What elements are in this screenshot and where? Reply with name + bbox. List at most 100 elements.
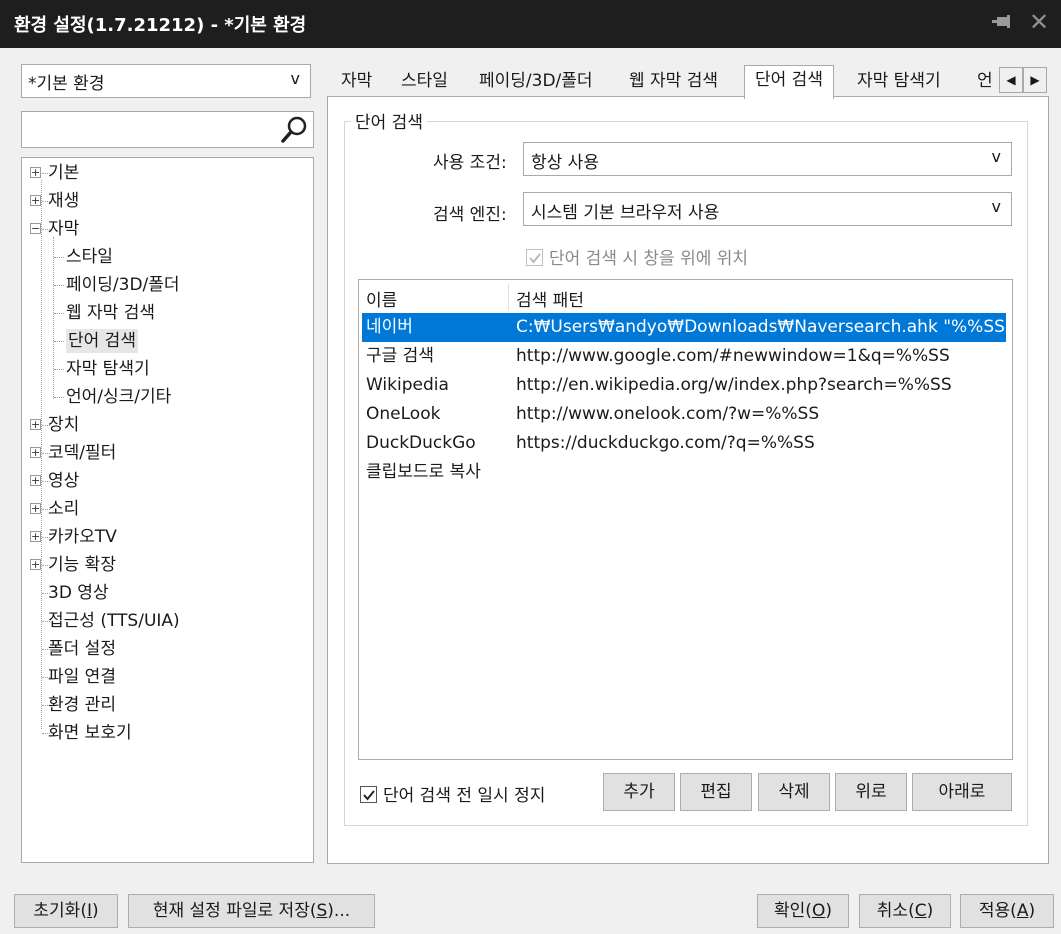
chevron-right-icon[interactable]: ▶ <box>1023 67 1047 93</box>
list-row[interactable]: 네이버 C:₩Users₩andyo₩Downloads₩Naversearch.… <box>362 313 1013 342</box>
on-top-label: 단어 검색 시 창을 위에 위치 <box>549 249 749 269</box>
row-pattern: http://www.onelook.com/?w=%%SS <box>516 404 820 424</box>
apply-shortcut: A <box>1016 901 1029 921</box>
profile-select[interactable]: *기본 환경 v <box>21 64 311 98</box>
ok-shortcut: O <box>811 901 826 921</box>
cancel-label: 취소 <box>876 901 909 921</box>
delete-button[interactable]: 삭제 <box>758 773 830 811</box>
list-row[interactable]: DuckDuckGo https://duckduckgo.com/?q=%%SS <box>362 429 1006 458</box>
checkbox-icon <box>360 786 377 803</box>
tree-item-label: 자막 <box>48 219 80 239</box>
list-header: 이름 검색 패턴 <box>359 280 1012 313</box>
edit-button[interactable]: 편집 <box>680 773 752 811</box>
tab-item[interactable]: 단어 검색 <box>744 65 834 99</box>
tree-item-label: 장치 <box>48 415 80 435</box>
row-pattern: http://www.google.com/#newwindow=1&q=%%S… <box>516 346 950 366</box>
title-bar: 환경 설정(1.7.21212) - *기본 환경 ✕ <box>0 0 1061 48</box>
ok-button[interactable]: 확인(O) <box>757 894 849 928</box>
row-pattern: C:₩Users₩andyo₩Downloads₩Naversearch.ahk… <box>516 317 1013 337</box>
tree-item-label: 3D 영상 <box>48 583 109 603</box>
chevron-down-icon: v <box>991 197 1001 216</box>
row-name: Wikipedia <box>366 375 449 395</box>
apply-label: 적용 <box>978 901 1011 921</box>
column-header-name[interactable]: 이름 <box>366 286 397 311</box>
row-pattern: http://en.wikipedia.org/w/index.php?sear… <box>516 375 952 395</box>
row-pattern: https://duckduckgo.com/?q=%%SS <box>516 433 815 453</box>
expand-icon[interactable]: + <box>30 531 41 542</box>
row-name: 구글 검색 <box>366 346 434 366</box>
tab-item[interactable]: 스타일 <box>391 67 458 97</box>
close-icon[interactable]: ✕ <box>1026 8 1052 36</box>
column-header-pattern[interactable]: 검색 패턴 <box>516 286 584 311</box>
cancel-button[interactable]: 취소(C) <box>859 894 951 928</box>
expand-icon[interactable]: + <box>30 503 41 514</box>
tree-item-label: 재생 <box>48 191 80 211</box>
list-row[interactable]: 클립보드로 복사 <box>362 458 1006 487</box>
list-row[interactable]: 구글 검색 http://www.google.com/#newwindow=1&… <box>362 342 1006 371</box>
row-name: OneLook <box>366 404 441 424</box>
group-title: 단어 검색 <box>351 108 427 133</box>
tree-item-label: 코덱/필터 <box>48 443 117 463</box>
save-file-shortcut: S <box>316 901 328 921</box>
list-row[interactable]: Wikipedia http://en.wikipedia.org/w/index… <box>362 371 1006 400</box>
reset-shortcut: I <box>86 901 92 921</box>
tree-item-label: 웹 자막 검색 <box>66 303 156 323</box>
condition-select[interactable]: 항상 사용 v <box>523 142 1012 176</box>
add-button[interactable]: 추가 <box>603 773 675 811</box>
window-title: 환경 설정(1.7.21212) - *기본 환경 <box>14 15 307 36</box>
engine-label: 검색 엔진: <box>433 205 507 225</box>
pause-label: 단어 검색 전 일시 정지 <box>383 786 546 806</box>
on-top-checkbox[interactable]: 단어 검색 시 창을 위에 위치 <box>526 244 748 269</box>
expand-icon[interactable]: + <box>30 447 41 458</box>
tree-item-label: 자막 탐색기 <box>66 359 150 379</box>
expand-icon[interactable]: + <box>30 195 41 206</box>
tree-item-label: 기능 확장 <box>48 555 116 575</box>
expand-icon[interactable]: + <box>30 419 41 430</box>
tab-strip: 자막 스타일 페이딩/3D/폴더 웹 자막 검색 단어 검색 자막 탐색기 언 ◀ ▶ <box>327 63 1049 99</box>
tree-item-label: 스타일 <box>66 247 113 267</box>
search-engine-list[interactable]: 이름 검색 패턴 네이버 C:₩Users₩andyo₩Downloads₩Nav… <box>358 279 1013 760</box>
collapse-icon[interactable]: − <box>30 223 41 234</box>
tree-item-label: 단어 검색 <box>66 329 138 353</box>
tab-item[interactable]: 웹 자막 검색 <box>619 67 728 97</box>
row-name: 네이버 <box>366 317 413 337</box>
tab-item[interactable]: 언 <box>967 67 1003 97</box>
row-name: 클립보드로 복사 <box>366 462 481 482</box>
checkbox-icon <box>526 249 543 266</box>
expand-icon[interactable]: + <box>30 475 41 486</box>
reset-label: 초기화 <box>33 901 81 921</box>
tab-item[interactable]: 자막 <box>331 67 382 97</box>
tree-search-input[interactable] <box>21 111 314 148</box>
tree-item-label: 페이딩/3D/폴더 <box>66 275 180 295</box>
tab-item[interactable]: 페이딩/3D/폴더 <box>469 67 603 97</box>
apply-button[interactable]: 적용(A) <box>960 894 1054 928</box>
chevron-down-icon: v <box>290 69 300 88</box>
tree-item-label: 소리 <box>48 499 80 519</box>
pause-checkbox[interactable]: 단어 검색 전 일시 정지 <box>360 781 545 806</box>
expand-icon[interactable]: + <box>30 559 41 570</box>
save-to-file-button[interactable]: 현재 설정 파일로 저장(S)... <box>128 894 375 928</box>
tree-item-label: 카카오TV <box>48 527 117 547</box>
tree-item-label: 화면 보호기 <box>48 723 132 743</box>
pin-icon[interactable] <box>990 10 1016 36</box>
tree-item-label: 폴더 설정 <box>48 639 116 659</box>
tree-item-label: 기본 <box>48 163 80 183</box>
tree-item-label: 영상 <box>48 471 80 491</box>
condition-value: 항상 사용 <box>531 153 599 173</box>
chevron-down-icon: v <box>991 147 1001 166</box>
ok-label: 확인 <box>774 901 806 921</box>
list-row[interactable]: OneLook http://www.onelook.com/?w=%%SS <box>362 400 1006 429</box>
condition-label: 사용 조건: <box>433 153 507 173</box>
tab-item[interactable]: 자막 탐색기 <box>847 67 951 97</box>
settings-tree[interactable]: + 기본 + 재생 − 자막스타일페이딩/3D/폴더웹 자막 검색단어 검색자막 탐색기언… <box>21 157 314 863</box>
tree-item-label: 접근성 (TTS/UIA) <box>48 611 180 631</box>
tree-item-label: 언어/싱크/기타 <box>66 387 172 407</box>
move-up-button[interactable]: 위로 <box>835 773 907 811</box>
move-down-button[interactable]: 아래로 <box>912 773 1012 811</box>
tree-item-label: 환경 관리 <box>48 695 116 715</box>
reset-button[interactable]: 초기화(I) <box>14 894 118 928</box>
expand-icon[interactable]: + <box>30 167 41 178</box>
search-icon[interactable] <box>279 115 309 145</box>
chevron-left-icon[interactable]: ◀ <box>999 67 1023 93</box>
engine-select[interactable]: 시스템 기본 브라우저 사용 v <box>523 192 1012 226</box>
